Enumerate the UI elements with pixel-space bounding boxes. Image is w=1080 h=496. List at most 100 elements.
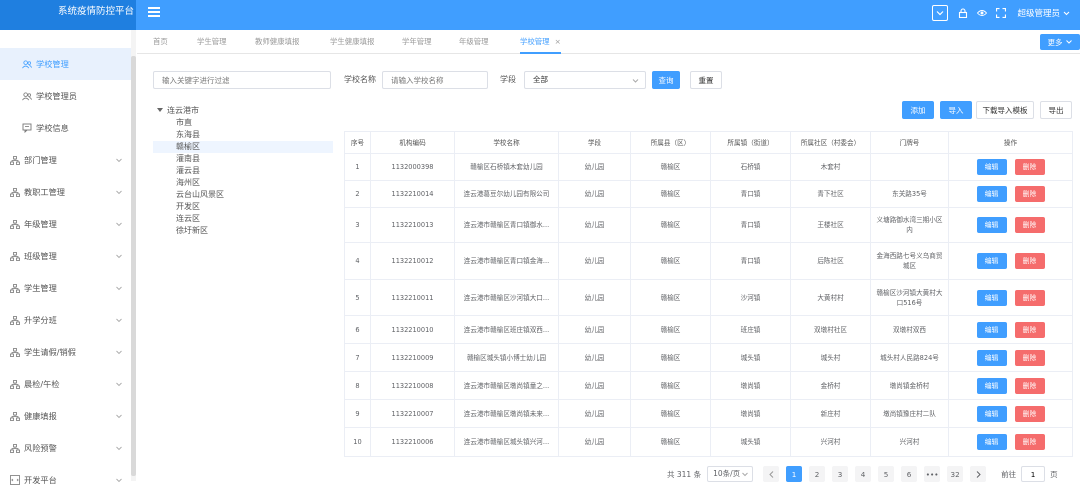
sidebar-item-7[interactable]: 学生管理 bbox=[0, 272, 135, 304]
sidebar-item-13[interactable]: 开发平台 bbox=[0, 464, 135, 496]
tree-filter-input[interactable] bbox=[153, 71, 331, 89]
tree-node[interactable]: 开发区 bbox=[153, 201, 333, 213]
tab-3[interactable]: 学生健康填报 bbox=[330, 30, 374, 54]
page-button[interactable]: 6 bbox=[901, 466, 918, 482]
dropdown-toggle-icon[interactable] bbox=[932, 5, 949, 21]
sidebar-item-0[interactable]: 学校管理 bbox=[0, 48, 135, 80]
delete-button[interactable]: 删除 bbox=[1014, 217, 1045, 233]
tab-2[interactable]: 教师健康填报 bbox=[255, 30, 299, 54]
school-name-input[interactable] bbox=[382, 71, 488, 89]
page-button[interactable]: 32 bbox=[947, 466, 964, 482]
edit-button[interactable]: 编辑 bbox=[976, 377, 1007, 394]
tree-node[interactable]: 灌云县 bbox=[153, 165, 333, 177]
sidebar-item-8[interactable]: 升学分班 bbox=[0, 304, 135, 336]
sidebar-item-6[interactable]: 班级管理 bbox=[0, 240, 135, 272]
tree-root[interactable]: 连云港市 bbox=[153, 105, 333, 117]
delete-button[interactable]: 删除 bbox=[1014, 159, 1045, 175]
message-icon bbox=[22, 123, 32, 133]
edit-button[interactable]: 编辑 bbox=[976, 434, 1007, 450]
more-tabs-button[interactable]: 更多 bbox=[1040, 34, 1080, 50]
table-row: 5 1132210011 连云港市赣榆区沙河镇大口... 幼儿园 赣榆区 沙河镇 大黄村村赣… bbox=[344, 279, 1073, 316]
edit-button[interactable]: 编辑 bbox=[976, 159, 1007, 175]
actions-cell: 编辑 删除 bbox=[948, 371, 1073, 400]
goto-page-input[interactable] bbox=[1021, 466, 1046, 482]
tree-node[interactable]: 赣榆区 bbox=[153, 141, 333, 153]
sidebar-item-2[interactable]: 学校信息 bbox=[0, 112, 135, 144]
page-button[interactable]: 3 bbox=[832, 466, 849, 482]
table-cell: 连云港市赣榆区墩尚镇童之... bbox=[454, 371, 559, 400]
table-cell: 大黄村村 bbox=[790, 279, 871, 316]
caret-down-icon[interactable] bbox=[157, 108, 163, 112]
tree-node[interactable]: 灌南县 bbox=[153, 153, 333, 165]
tab-4[interactable]: 学年管理 bbox=[402, 30, 432, 54]
user-menu[interactable]: 超级管理员 bbox=[1017, 7, 1060, 19]
tree-node[interactable]: 云台山风景区 bbox=[153, 189, 333, 201]
next-page-button[interactable] bbox=[970, 466, 987, 482]
add-button[interactable]: 添加 bbox=[902, 101, 934, 119]
reset-button[interactable]: 重置 bbox=[690, 71, 722, 89]
tab-label: 学生管理 bbox=[197, 37, 227, 46]
menu-toggle-icon[interactable] bbox=[148, 7, 160, 17]
edit-button[interactable]: 编辑 bbox=[976, 321, 1007, 338]
delete-button[interactable]: 删除 bbox=[1014, 349, 1045, 366]
delete-button[interactable]: 删除 bbox=[1014, 186, 1045, 202]
tree-icon bbox=[10, 219, 20, 229]
page-size-select[interactable]: 10条/页 bbox=[707, 466, 754, 482]
page-button[interactable]: 2 bbox=[809, 466, 826, 482]
tab-6[interactable]: 学校管理 × bbox=[520, 30, 561, 54]
edit-button[interactable]: 编辑 bbox=[976, 217, 1007, 233]
search-button[interactable]: 查询 bbox=[652, 71, 680, 89]
import-button[interactable]: 导入 bbox=[940, 101, 972, 119]
sidebar-item-11[interactable]: 健康填报 bbox=[0, 400, 135, 432]
table-cell: 金海西路七号义乌商贸城区 bbox=[870, 242, 949, 280]
sidebar-scrollbar-thumb[interactable] bbox=[131, 56, 136, 476]
lock-icon[interactable] bbox=[958, 8, 968, 18]
sidebar-item-12[interactable]: 风险预警 bbox=[0, 432, 135, 464]
prev-page-button[interactable] bbox=[763, 466, 780, 482]
actions-cell: 编辑 删除 bbox=[948, 153, 1073, 181]
edit-button[interactable]: 编辑 bbox=[976, 186, 1007, 202]
tree-node[interactable]: 连云区 bbox=[153, 213, 333, 225]
page-button[interactable]: 1 bbox=[786, 466, 803, 482]
tree-icon bbox=[10, 379, 20, 389]
sidebar-item-10[interactable]: 晨检/午检 bbox=[0, 368, 135, 400]
delete-button[interactable]: 删除 bbox=[1014, 405, 1045, 422]
tree-node[interactable]: 东海县 bbox=[153, 129, 333, 141]
export-button[interactable]: 导出 bbox=[1040, 101, 1072, 119]
fullscreen-icon[interactable] bbox=[996, 8, 1007, 18]
sidebar-item-9[interactable]: 学生请假/销假 bbox=[0, 336, 135, 368]
sidebar-item-1[interactable]: 学校管理员 bbox=[0, 80, 135, 112]
edit-button[interactable]: 编辑 bbox=[976, 349, 1007, 366]
edit-button[interactable]: 编辑 bbox=[976, 405, 1007, 422]
column-header: 门牌号 bbox=[870, 131, 949, 154]
table-cell: 1132210014 bbox=[370, 180, 455, 208]
sidebar-item-3[interactable]: 部门管理 bbox=[0, 144, 135, 176]
chevron-down-icon bbox=[116, 190, 122, 195]
delete-button[interactable]: 删除 bbox=[1014, 321, 1045, 338]
tab-5[interactable]: 年级管理 bbox=[459, 30, 489, 54]
delete-button[interactable]: 删除 bbox=[1014, 377, 1045, 394]
sidebar-item-5[interactable]: 年级管理 bbox=[0, 208, 135, 240]
page-size-value: 10条/页 bbox=[713, 469, 741, 478]
delete-button[interactable]: 删除 bbox=[1014, 289, 1045, 306]
more-pages-icon[interactable]: ••• bbox=[924, 466, 941, 482]
tab-0[interactable]: 首页 bbox=[153, 30, 168, 54]
stage-select[interactable]: 全部 bbox=[524, 71, 646, 89]
page-button[interactable]: 5 bbox=[878, 466, 895, 482]
tree-node[interactable]: 徐圩新区 bbox=[153, 225, 333, 237]
close-icon[interactable]: × bbox=[555, 37, 561, 46]
actions-cell: 编辑 删除 bbox=[948, 343, 1073, 372]
page-button[interactable]: 4 bbox=[855, 466, 872, 482]
tree-node[interactable]: 市直 bbox=[153, 117, 333, 129]
delete-button[interactable]: 删除 bbox=[1014, 434, 1045, 450]
eye-icon[interactable] bbox=[977, 8, 988, 18]
tree-node[interactable]: 海州区 bbox=[153, 177, 333, 189]
sidebar-item-4[interactable]: 教职工管理 bbox=[0, 176, 135, 208]
chevron-down-icon[interactable] bbox=[1063, 11, 1070, 16]
download-template-button[interactable]: 下载导入模板 bbox=[976, 101, 1034, 119]
edit-button[interactable]: 编辑 bbox=[976, 253, 1007, 269]
pagination-total: 共 311 条 bbox=[667, 469, 702, 479]
delete-button[interactable]: 删除 bbox=[1014, 253, 1045, 269]
tab-1[interactable]: 学生管理 bbox=[197, 30, 227, 54]
edit-button[interactable]: 编辑 bbox=[976, 289, 1007, 306]
